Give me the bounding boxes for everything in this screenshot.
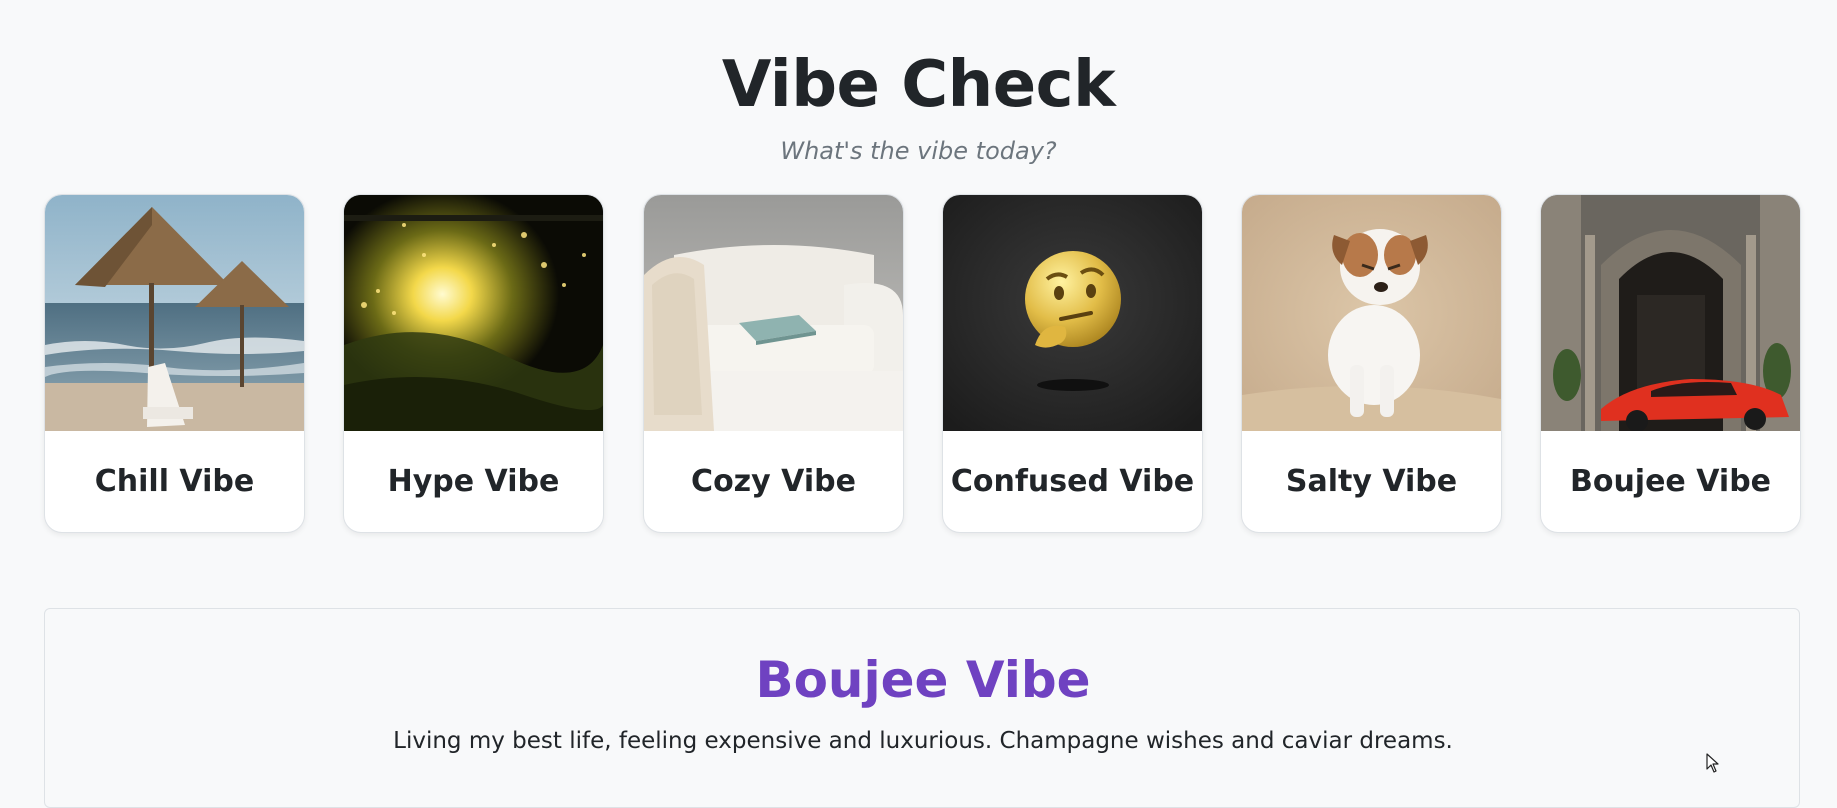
- concert-crowd-image: [344, 195, 603, 431]
- vibe-card-boujee[interactable]: Boujee Vibe: [1540, 194, 1801, 533]
- selected-vibe-description: Living my best life, feeling expensive a…: [393, 728, 1453, 754]
- luxury-hotel-sports-car-image: [1541, 195, 1800, 431]
- vibe-card-cozy[interactable]: Cozy Vibe: [643, 194, 904, 533]
- vibe-card-label: Chill Vibe: [94, 464, 255, 499]
- vibe-card-confused[interactable]: Confused Vibe: [942, 194, 1203, 533]
- selected-vibe-panel: Boujee Vibe Living my best life, feeling…: [44, 608, 1800, 808]
- grumpy-puppy-image: [1242, 195, 1501, 431]
- mouse-cursor-icon: [1706, 753, 1719, 773]
- page-title: Vibe Check: [721, 48, 1116, 122]
- vibe-card-salty[interactable]: Salty Vibe: [1241, 194, 1502, 533]
- beach-umbrellas-image: [45, 195, 304, 431]
- vibe-card-chill[interactable]: Chill Vibe: [44, 194, 305, 533]
- vibe-card-label: Hype Vibe: [387, 464, 560, 499]
- vibe-card-label: Boujee Vibe: [1569, 464, 1772, 499]
- page-subtitle: What's the vibe today?: [780, 137, 1057, 165]
- vibe-card-label: Cozy Vibe: [691, 464, 856, 499]
- vibe-card-label: Confused Vibe: [950, 464, 1195, 499]
- white-armchair-image: [644, 195, 903, 431]
- thinking-face-emoji-image: [943, 195, 1202, 431]
- vibe-card-label: Salty Vibe: [1285, 464, 1458, 499]
- selected-vibe-title: Boujee Vibe: [755, 651, 1091, 709]
- vibe-card-hype[interactable]: Hype Vibe: [343, 194, 604, 533]
